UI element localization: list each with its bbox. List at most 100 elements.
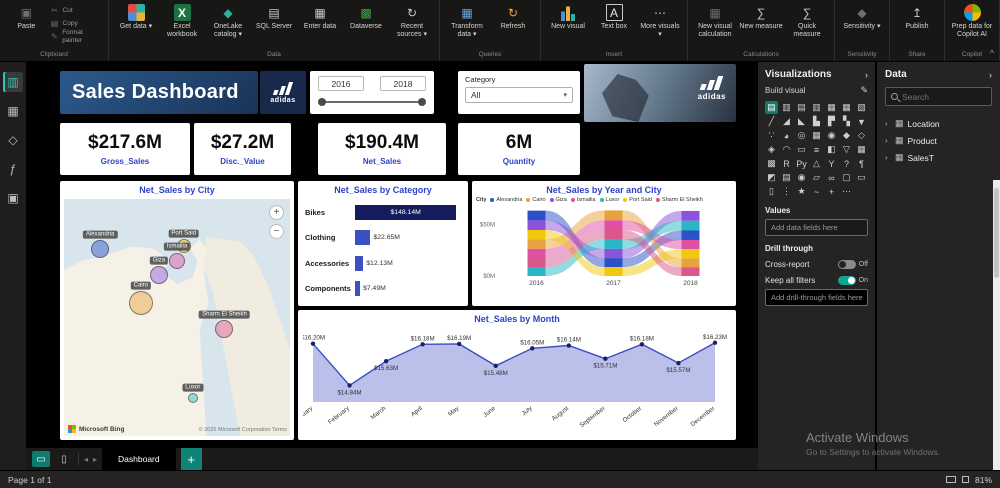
line-and-stacked-column-chart-icon[interactable]: ▙ [810,115,823,128]
map-bubble-port-said[interactable] [176,239,191,254]
net-sales-by-year-and-city-chart[interactable]: Net_Sales by Year and City City Alexandri… [472,181,736,306]
year-slider-handle-end[interactable] [418,98,426,106]
year-range-slicer[interactable] [310,71,434,114]
fit-to-width-icon[interactable] [961,476,969,483]
previous-page-arrow[interactable]: ◂ [84,455,88,464]
stacked-area-chart-icon[interactable]: ◣ [795,115,808,128]
map-icon[interactable]: ◉ [825,129,838,142]
line-and-clustered-column-chart-icon[interactable]: ▛ [825,115,838,128]
expand-chevron-icon[interactable]: › [885,153,891,162]
report-title-card[interactable]: Sales Dashboard [60,71,258,114]
map-bubble-giza[interactable] [149,265,168,284]
map-area[interactable]: Alexandria Port Said Ismailia Giza Cairo Shar… [64,199,290,436]
cross-report-toggle[interactable] [837,260,856,269]
stacked-column-chart-icon[interactable]: ▥ [780,101,793,114]
ribbon-button-cut[interactable]: ✂ Cut [50,5,103,16]
kpi-icon[interactable]: ◧ [825,143,838,156]
ribbon-button-more-visuals[interactable]: ⋯ More visuals ▾ [638,2,682,39]
azure-map-icon[interactable]: ◈ [765,143,778,156]
map-bubble-sharm-el-sheikh[interactable] [215,320,234,339]
ribbon-button-new-visual-calculation[interactable]: ▦ New visual calculation [693,2,737,39]
search-input[interactable] [902,91,986,102]
net-sales-by-city-map[interactable]: Net_Sales by City Alexandria Port Said Ism… [60,181,294,440]
bar-accessories[interactable] [355,255,364,271]
python-visual-icon[interactable]: Py [795,157,808,170]
hero-image[interactable]: adidas [584,64,736,122]
ribbon-button-new-visual[interactable]: New visual [546,2,590,31]
text-slicer-icon[interactable]: ▭ [855,171,868,184]
desktop-layout-button[interactable]: ▭ [32,451,50,467]
ribbon-button-recent-sources[interactable]: ↻ Recent sources ▾ [390,2,434,39]
r-script-visual-icon[interactable]: R [780,157,793,170]
gauge-icon[interactable]: ◠ [780,143,793,156]
year-start-input[interactable] [318,76,364,91]
map-zoom-in-button[interactable]: + [269,205,284,220]
button-slicer-icon[interactable]: ▢ [840,171,853,184]
year-slider-handle-start[interactable] [318,98,326,106]
table-item-salest[interactable]: › ▦ SalesT [885,149,992,166]
shape-map-icon[interactable]: ◇ [855,129,868,142]
net-sales-by-month-chart[interactable]: Net_Sales by Month $16.20M January $14.84M… [298,310,736,440]
filled-map-icon[interactable]: ◆ [840,129,853,142]
drill-through-field-well[interactable]: Add drill-through fields here [765,289,868,306]
scrollbar-thumb[interactable] [994,188,999,278]
donut-chart-icon[interactable]: ◎ [795,129,808,142]
expand-chevron-icon[interactable]: › [885,136,891,145]
waterfall-chart-icon[interactable]: ▚ [840,115,853,128]
legend-item-alexandria[interactable]: Alexandria [490,197,522,203]
collapse-pane-icon[interactable]: › [989,70,992,80]
multi-row-card-icon[interactable]: ≡ [810,143,823,156]
clustered-bar-chart-icon[interactable]: ▤ [795,101,808,114]
metrics-icon[interactable]: ◩ [765,171,778,184]
report-canvas[interactable]: Sales Dashboard adidas Category All ▾ [26,62,758,448]
paginated-report-icon[interactable]: ▤ [780,171,793,184]
category-bar-row-clothing[interactable]: Clothing $22.65M [305,227,461,249]
model-view-button[interactable]: ◇ [3,130,23,150]
ribbon-button-text-box[interactable]: A Text box [592,2,636,31]
bar-bikes[interactable]: $148.14M [355,204,457,220]
legend-item-ismailia[interactable]: Ismailia [570,197,596,203]
ribbon-button-get-data[interactable]: Get data ▾ [114,2,158,31]
bar-clothing[interactable] [355,230,371,246]
map-bubble-luxor[interactable] [187,393,198,404]
vertical-scrollbar[interactable] [993,180,1000,470]
net-sales-by-category-chart[interactable]: Net_Sales by Category Bikes $148.14M Cloth… [298,181,468,306]
kpi-card-net-sales[interactable]: $190.4M Net_Sales [318,123,446,175]
values-field-well[interactable]: Add data fields here [765,219,868,236]
category-slicer[interactable]: Category All ▾ [458,71,580,114]
ribbon-button-new-measure[interactable]: ∑ New measure [739,2,783,31]
ribbon-chart-plot[interactable]: 2016 2017 2018 $50M $0M [476,203,732,287]
pie-chart-icon[interactable]: ◕ [780,129,793,142]
map-bubble-ismailia[interactable] [169,252,185,269]
funnel-chart-icon[interactable]: ▼ [855,115,868,128]
legend-item-giza[interactable]: Giza [549,197,567,203]
ribbon-button-format-painter[interactable]: ✎ Format painter [50,29,103,43]
legend-item-cairo[interactable]: Cairo [526,197,546,203]
smart-narrative-icon[interactable]: ¶ [855,157,868,170]
kpi-card-quantity[interactable]: 6M Quantity [458,123,580,175]
dax-query-view-button[interactable]: ƒ [3,159,23,179]
treemap-icon[interactable]: ▦ [810,129,823,142]
ribbon-button-excel-workbook[interactable]: X Excel workbook [160,2,204,39]
expand-chevron-icon[interactable]: › [885,119,891,128]
legend-item-port-said[interactable]: Port Said [623,197,652,203]
ribbon-button-sql-server[interactable]: ▤ SQL Server [252,2,296,31]
bar-components[interactable] [355,281,361,297]
data-search-box[interactable] [885,87,992,106]
table-item-product[interactable]: › ▦ Product [885,132,992,149]
year-range-slider[interactable] [318,98,426,106]
ribbon-button-paste[interactable]: ▣ Paste [5,2,48,31]
category-bar-row-bikes[interactable]: Bikes $148.14M [305,201,461,223]
key-influencers-icon[interactable]: △ [810,157,823,170]
ribbon-button-transform-data[interactable]: ▦ Transform data ▾ [445,2,489,39]
100-stacked-column-chart-icon[interactable]: ▦ [840,101,853,114]
ribbon-button-prep-data-for-copilot-ai[interactable]: Prep data for Copilot AI [950,2,994,39]
ribbon-button-copy[interactable]: ▤ Copy [50,18,103,29]
qa-visual-icon[interactable]: ? [840,157,853,170]
decomposition-tree-icon[interactable]: Y [825,157,838,170]
ribbon-button-onelake-catalog[interactable]: ◆ OneLake catalog ▾ [206,2,250,39]
collapse-pane-icon[interactable]: › [865,70,868,80]
kpi-card-gross-sales[interactable]: $217.6M Gross_Sales [60,123,190,175]
category-bar-row-accessories[interactable]: Accessories $12.13M [305,252,461,274]
mobile-layout-button[interactable]: ▯ [55,451,73,467]
